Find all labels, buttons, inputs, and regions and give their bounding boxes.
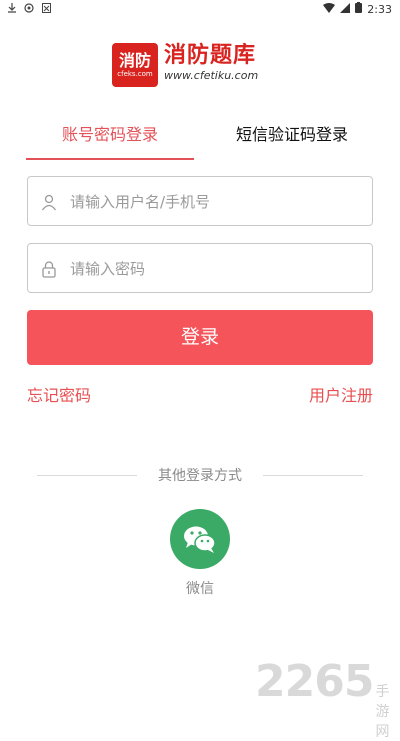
wechat-login-button[interactable] [170,509,230,569]
status-notification-icons [8,3,51,16]
username-field[interactable] [27,176,373,226]
app-logo: 消防 cfeks.com 消防题库 www.cfetiku.com [112,43,258,87]
status-system-icons: 2:33 [323,2,392,16]
username-input[interactable] [68,187,362,217]
battery-icon [355,2,363,16]
register-link[interactable]: 用户注册 [309,382,373,406]
other-login-title: 其他登录方式 [158,468,242,484]
password-field[interactable] [27,243,373,293]
sync-icon [24,3,34,16]
tab-sms-code[interactable]: 短信验证码登录 [208,120,376,160]
logo-badge-main: 消防 [118,50,151,70]
wechat-icon [184,526,216,553]
login-tabs: 账号密码登录 短信验证码登录 [0,120,400,160]
forgot-password-link[interactable]: 忘记密码 [27,382,91,406]
wechat-label: 微信 [186,581,214,597]
watermark: 2265 手游网 [255,656,400,741]
other-login-divider: 其他登录方式 [0,466,400,486]
logo-badge-sub: cfeks.com [117,69,153,78]
watermark-suffix: 手游网 [375,684,390,740]
divider-line-right [263,475,363,476]
logo-text: 消防题库 www.cfetiku.com [164,43,258,83]
user-icon [40,193,58,211]
watermark-number: 2265 [255,656,374,707]
tab-account-password[interactable]: 账号密码登录 [26,120,194,160]
logo-url: www.cfetiku.com [164,69,259,82]
password-input[interactable] [68,254,362,284]
download-icon [8,3,16,16]
wifi-icon [323,2,336,16]
signal-icon [340,2,351,16]
app-notification-icon [42,3,51,16]
status-bar: 2:33 [0,0,400,18]
login-button[interactable]: 登录 [27,310,373,365]
lock-icon [40,260,58,278]
logo-badge: 消防 cfeks.com [112,43,158,87]
status-time: 2:33 [367,2,392,16]
logo-title: 消防题库 [164,43,257,68]
